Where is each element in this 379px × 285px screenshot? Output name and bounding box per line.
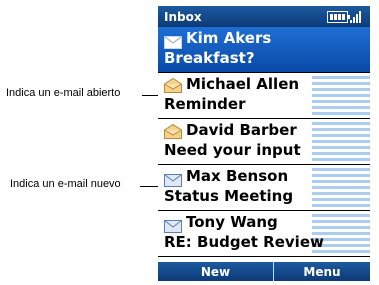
row-background-stripes <box>312 119 370 164</box>
email-list-item[interactable]: Michael Allen Reminder <box>158 73 370 119</box>
email-list-item[interactable]: Max Benson Status Meeting <box>158 165 370 211</box>
title-bar: Inbox <box>158 6 370 27</box>
signal-icon <box>350 11 364 23</box>
email-list: Kim Akers Breakfast? Michael Allen Reminder… <box>158 27 370 257</box>
battery-icon <box>327 11 350 23</box>
menu-softkey[interactable]: Menu <box>274 265 370 279</box>
row-background-stripes <box>312 73 370 118</box>
phone-screen: Inbox Kim Akers Breakfast? Michael Allen Re… <box>158 6 370 281</box>
email-sender: David Barber <box>186 121 297 139</box>
email-subject: Reminder <box>164 95 246 113</box>
email-subject: Status Meeting <box>164 187 294 205</box>
email-subject: Need your input <box>164 141 301 159</box>
inbox-title: Inbox <box>164 10 202 24</box>
email-sender: Michael Allen <box>186 75 300 93</box>
softkey-bar: New Menu <box>158 262 370 281</box>
email-subject: Breakfast? <box>164 49 255 67</box>
opened-mail-icon <box>164 123 182 139</box>
callout-opened-email: Indica un e-mail abierto <box>6 87 121 99</box>
new-softkey[interactable]: New <box>158 265 273 279</box>
email-list-item[interactable]: Kim Akers Breakfast? <box>158 27 370 73</box>
email-list-item[interactable]: David Barber Need your input <box>158 119 370 165</box>
email-subject: RE: Budget Review <box>164 233 324 251</box>
email-sender: Max Benson <box>186 167 289 185</box>
new-mail-icon <box>164 172 182 187</box>
email-sender: Tony Wang <box>186 213 278 231</box>
email-sender: Kim Akers <box>186 29 272 47</box>
new-mail-icon <box>164 34 182 49</box>
email-list-item[interactable]: Tony Wang RE: Budget Review <box>158 211 370 257</box>
opened-mail-icon <box>164 77 182 93</box>
row-background-stripes <box>312 165 370 210</box>
new-mail-icon <box>164 218 182 233</box>
callout-new-email: Indica un e-mail nuevo <box>10 178 121 190</box>
